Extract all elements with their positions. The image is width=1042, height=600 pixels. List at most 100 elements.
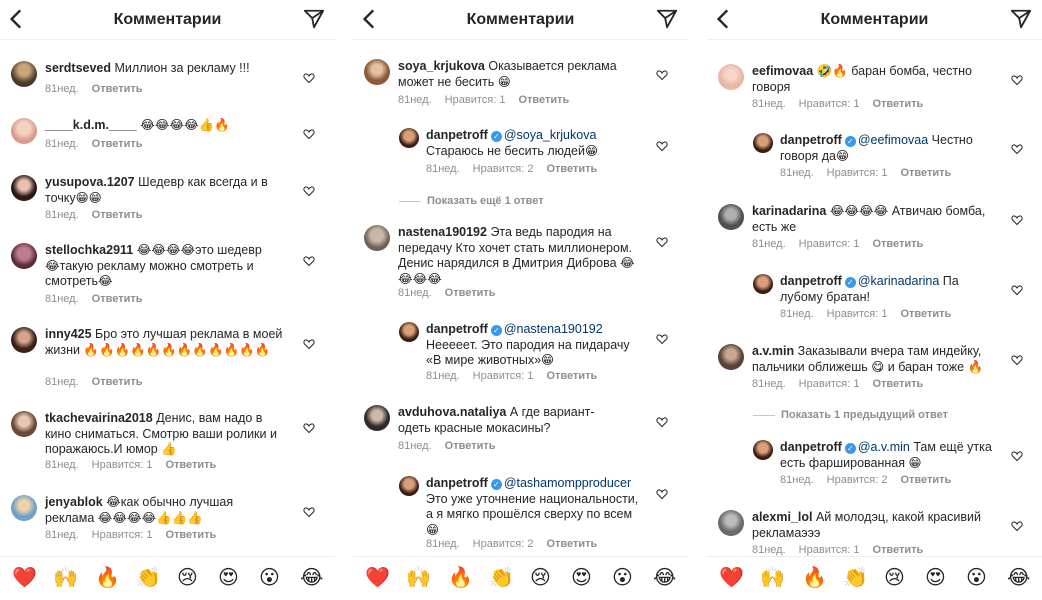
heart-icon[interactable] <box>303 506 315 518</box>
reply-button[interactable]: Ответить <box>92 376 143 388</box>
emoji-clap[interactable]: 👏 <box>136 567 161 589</box>
paper-plane-icon[interactable] <box>656 8 678 30</box>
reply-button[interactable]: Ответить <box>92 138 143 150</box>
heart-icon[interactable] <box>1011 520 1023 532</box>
emoji-laughing[interactable]: 😂 <box>653 567 676 589</box>
avatar[interactable] <box>718 64 744 90</box>
likes-count[interactable]: Нравится: 1 <box>92 529 153 541</box>
emoji-crying[interactable]: 😢 <box>177 567 198 589</box>
comment-username[interactable]: jenyablok <box>45 495 103 509</box>
likes-count[interactable]: Нравится: 1 <box>799 98 860 110</box>
paper-plane-icon[interactable] <box>303 8 325 30</box>
show-more-replies-button[interactable]: Показать 1 предыдущий ответ <box>753 409 948 421</box>
likes-count[interactable]: Нравится: 2 <box>473 163 534 175</box>
likes-count[interactable]: Нравится: 1 <box>827 308 888 320</box>
reply-button[interactable]: Ответить <box>900 308 951 320</box>
avatar[interactable] <box>718 510 744 536</box>
mention-link[interactable]: @nastena190192 <box>504 322 603 336</box>
avatar[interactable] <box>364 405 390 431</box>
comment-username[interactable]: danpetroff <box>780 440 842 454</box>
emoji-raised-hands[interactable]: 🙌 <box>760 567 785 589</box>
reply-button[interactable]: Ответить <box>872 98 923 110</box>
reply-button[interactable]: Ответить <box>872 378 923 390</box>
heart-icon[interactable] <box>303 128 315 140</box>
emoji-raised-hands[interactable]: 🙌 <box>53 567 78 589</box>
emoji-surprised[interactable]: 😮 <box>259 567 280 589</box>
heart-icon[interactable] <box>303 422 315 434</box>
emoji-raised-hands[interactable]: 🙌 <box>406 567 431 589</box>
likes-count[interactable]: Нравится: 1 <box>92 459 153 471</box>
reply-button[interactable]: Ответить <box>872 544 923 556</box>
heart-icon[interactable] <box>656 416 668 428</box>
paper-plane-icon[interactable] <box>1010 8 1032 30</box>
heart-icon[interactable] <box>1011 74 1023 86</box>
avatar[interactable] <box>364 59 390 85</box>
heart-icon[interactable] <box>1011 214 1023 226</box>
avatar[interactable] <box>753 274 773 294</box>
emoji-heart[interactable]: ❤️ <box>719 567 744 589</box>
avatar[interactable] <box>718 344 744 370</box>
avatar[interactable] <box>753 440 773 460</box>
reply-button[interactable]: Ответить <box>445 287 496 299</box>
mention-link[interactable]: @karinadarina <box>858 274 939 288</box>
emoji-clap[interactable]: 👏 <box>489 567 514 589</box>
heart-icon[interactable] <box>303 72 315 84</box>
avatar[interactable] <box>399 128 419 148</box>
comment-username[interactable]: inny425 <box>45 327 92 341</box>
emoji-heart-eyes[interactable]: 😍 <box>925 567 946 589</box>
heart-icon[interactable] <box>656 69 668 81</box>
show-more-replies-button[interactable]: Показать ещё 1 ответ <box>399 195 544 207</box>
comment-username[interactable]: stellochka2911 <box>45 243 133 257</box>
avatar[interactable] <box>399 476 419 496</box>
avatar[interactable] <box>399 322 419 342</box>
mention-link[interactable]: @tashamompproducer <box>504 476 631 490</box>
comment-username[interactable]: danpetroff <box>426 322 488 336</box>
mention-link[interactable]: @a.v.min <box>858 440 910 454</box>
emoji-heart-eyes[interactable]: 😍 <box>218 567 239 589</box>
likes-count[interactable]: Нравится: 1 <box>799 544 860 556</box>
avatar[interactable] <box>11 175 37 201</box>
heart-icon[interactable] <box>1011 284 1023 296</box>
heart-icon[interactable] <box>303 338 315 350</box>
comment-username[interactable]: danpetroff <box>780 274 842 288</box>
comment-username[interactable]: serdtseved <box>45 61 111 75</box>
heart-icon[interactable] <box>303 185 315 197</box>
reply-button[interactable]: Ответить <box>546 163 597 175</box>
emoji-heart-eyes[interactable]: 😍 <box>571 567 592 589</box>
likes-count[interactable]: Нравится: 1 <box>445 94 506 106</box>
reply-button[interactable]: Ответить <box>546 370 597 382</box>
emoji-laughing[interactable]: 😂 <box>1007 567 1030 589</box>
heart-icon[interactable] <box>1011 354 1023 366</box>
emoji-clap[interactable]: 👏 <box>843 567 868 589</box>
comment-username[interactable]: danpetroff <box>426 128 488 142</box>
emoji-heart[interactable]: ❤️ <box>365 567 390 589</box>
reply-button[interactable]: Ответить <box>872 238 923 250</box>
heart-icon[interactable] <box>1011 143 1023 155</box>
comment-username[interactable]: danpetroff <box>426 476 488 490</box>
emoji-heart[interactable]: ❤️ <box>12 567 37 589</box>
comment-username[interactable]: ____k.d.m.____ <box>45 118 137 132</box>
comment-username[interactable]: eefimovaa <box>752 64 813 78</box>
likes-count[interactable]: Нравится: 1 <box>827 167 888 179</box>
reply-button[interactable]: Ответить <box>92 293 143 305</box>
avatar[interactable] <box>11 495 37 521</box>
avatar[interactable] <box>753 133 773 153</box>
reply-button[interactable]: Ответить <box>92 83 143 95</box>
avatar[interactable] <box>11 411 37 437</box>
likes-count[interactable]: Нравится: 1 <box>799 378 860 390</box>
emoji-fire[interactable]: 🔥 <box>95 567 120 589</box>
avatar[interactable] <box>364 225 390 251</box>
heart-icon[interactable] <box>656 236 668 248</box>
comment-username[interactable]: alexmi_lol <box>752 510 812 524</box>
reply-button[interactable]: Ответить <box>546 538 597 550</box>
reply-button[interactable]: Ответить <box>900 474 951 486</box>
heart-icon[interactable] <box>1011 450 1023 462</box>
emoji-crying[interactable]: 😢 <box>884 567 905 589</box>
reply-button[interactable]: Ответить <box>518 94 569 106</box>
heart-icon[interactable] <box>656 333 668 345</box>
heart-icon[interactable] <box>303 255 315 267</box>
emoji-fire[interactable]: 🔥 <box>448 567 473 589</box>
emoji-surprised[interactable]: 😮 <box>612 567 633 589</box>
comment-username[interactable]: yusupova.1207 <box>45 175 135 189</box>
mention-link[interactable]: @soya_krjukova <box>504 128 597 142</box>
